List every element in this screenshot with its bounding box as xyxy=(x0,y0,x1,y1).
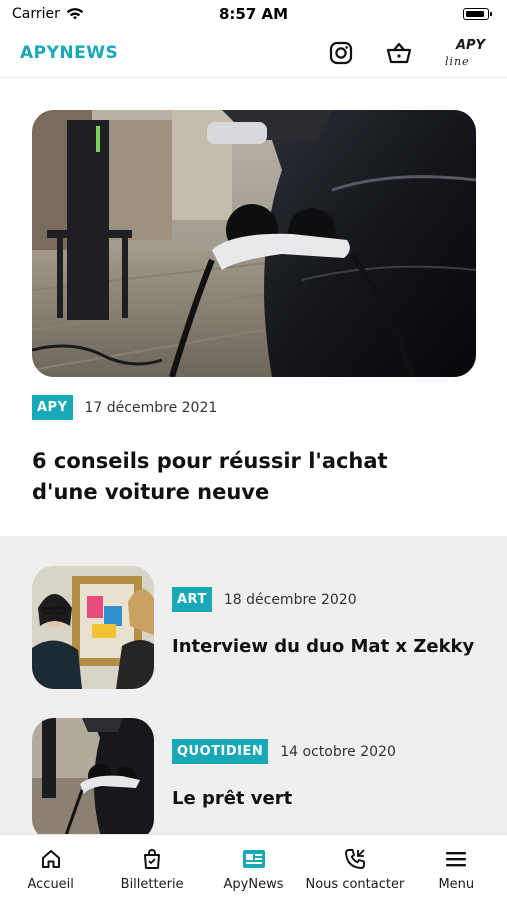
article-date: 14 octobre 2020 xyxy=(280,743,396,760)
ticket-bag-icon xyxy=(140,847,164,871)
featured-article[interactable]: APY 17 décembre 2021 6 conseils pour réu… xyxy=(0,78,507,536)
list-item[interactable]: ART 18 décembre 2020 Interview du duo Ma… xyxy=(32,566,477,689)
featured-meta: APY 17 décembre 2021 xyxy=(32,395,217,420)
tab-apynews[interactable]: ApyNews xyxy=(203,835,304,900)
featured-title[interactable]: 6 conseils pour réussir l'achat d'une vo… xyxy=(32,446,452,508)
wifi-icon xyxy=(66,8,84,20)
article-thumbnail[interactable] xyxy=(32,718,154,834)
home-icon xyxy=(39,847,63,871)
tab-nous-contacter[interactable]: Nous contacter xyxy=(304,835,405,900)
featured-date: 17 décembre 2021 xyxy=(84,399,218,416)
article-meta: QUOTIDIEN 14 octobre 2020 xyxy=(172,739,396,764)
tab-label: ApyNews xyxy=(223,877,284,892)
tab-billetterie[interactable]: Billetterie xyxy=(101,835,202,900)
list-item[interactable]: QUOTIDIEN 14 octobre 2020 Le prêt vert xyxy=(32,718,477,834)
tab-label: Billetterie xyxy=(120,877,184,892)
header-actions: APY line xyxy=(327,38,487,68)
article-tag[interactable]: QUOTIDIEN xyxy=(172,739,269,764)
basket-button[interactable] xyxy=(385,39,413,67)
apyline-logo-bottom: line xyxy=(445,54,470,68)
article-meta: ART 18 décembre 2020 xyxy=(172,587,357,612)
news-icon xyxy=(242,847,266,871)
tab-label: Menu xyxy=(438,877,475,892)
tab-label: Accueil xyxy=(27,877,74,892)
article-date: 18 décembre 2020 xyxy=(223,591,357,608)
featured-tag[interactable]: APY xyxy=(32,395,73,420)
tab-menu[interactable]: Menu xyxy=(406,835,507,900)
instagram-button[interactable] xyxy=(327,39,355,67)
basket-icon xyxy=(386,42,412,63)
status-bar: Carrier 8:57 AM xyxy=(0,0,507,28)
article-tag[interactable]: ART xyxy=(172,587,212,612)
article-title[interactable]: Le prêt vert xyxy=(172,788,292,809)
article-title[interactable]: Interview du duo Mat x Zekky xyxy=(172,636,474,657)
status-left: Carrier xyxy=(12,6,84,22)
brand-title[interactable]: APYNEWS xyxy=(20,43,118,63)
featured-image[interactable] xyxy=(32,110,476,377)
apyline-logo[interactable]: APY line xyxy=(443,38,487,68)
tab-bar: Accueil Billetterie ApyNews Nous contact… xyxy=(0,834,507,900)
instagram-icon xyxy=(329,41,353,64)
battery-icon xyxy=(463,8,492,20)
phone-icon xyxy=(343,847,367,871)
article-thumbnail[interactable] xyxy=(32,566,154,689)
article-list: ART 18 décembre 2020 Interview du duo Ma… xyxy=(0,536,507,834)
carrier-label: Carrier xyxy=(12,6,60,22)
app-header: APYNEWS APY line xyxy=(0,28,507,78)
tab-label: Nous contacter xyxy=(305,877,405,892)
hamburger-icon xyxy=(444,847,468,871)
tab-accueil[interactable]: Accueil xyxy=(0,835,101,900)
apyline-logo-top: APY xyxy=(455,37,485,53)
